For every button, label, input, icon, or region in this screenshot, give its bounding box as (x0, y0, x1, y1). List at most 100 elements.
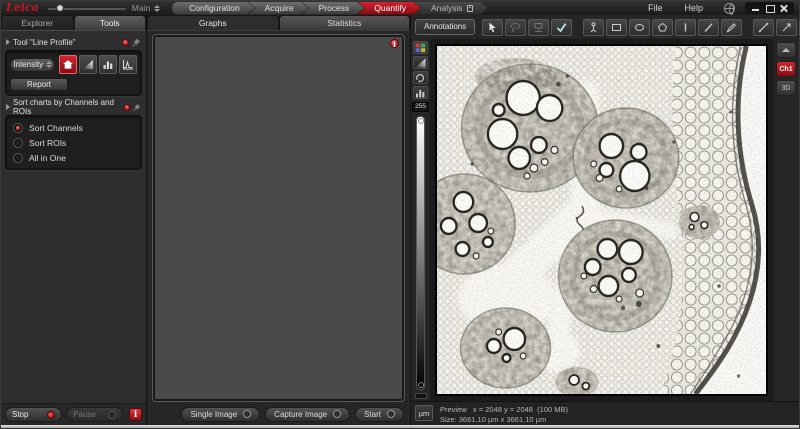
checkmark-icon (557, 22, 567, 32)
start-button[interactable]: Start (355, 406, 404, 422)
lasso-tool-button[interactable] (505, 18, 527, 36)
leica-logo: Leica (6, 1, 39, 14)
histogram-mode-button[interactable] (99, 55, 118, 74)
charts-panel: Graphs Statistics i Single Image Capture… (147, 15, 411, 425)
image-viewer: Annotations 255 Ch1 3D µm Preview x = 20… (411, 15, 800, 425)
polygon-tool-button[interactable] (652, 18, 674, 36)
gradient-lut-button[interactable] (413, 56, 428, 69)
pin-icon[interactable] (133, 103, 141, 112)
slider-upper-knob[interactable] (417, 118, 424, 124)
histogram-icon (103, 61, 113, 69)
annotations-button[interactable]: Annotations (415, 19, 476, 35)
tab-process[interactable]: Process (302, 2, 365, 15)
channel-ch1-button[interactable]: Ch1 (776, 61, 796, 77)
tab-explorer[interactable]: Explorer (1, 15, 74, 30)
close-button[interactable] (779, 4, 788, 12)
titlebar: Leica Main Configuration Acquire Process… (1, 1, 799, 15)
stamp-icon (534, 22, 543, 32)
channels-lut-button[interactable] (413, 41, 428, 54)
capture-circle-icon (243, 410, 252, 418)
tool-section-header[interactable]: Tool "Line Profile" (6, 36, 141, 48)
arrow-annotation-button[interactable] (776, 18, 798, 36)
intensity-range-slider[interactable] (416, 116, 425, 390)
maximize-button[interactable] (765, 4, 775, 13)
viewer-toolbar: Annotations (411, 15, 800, 39)
workflow-tabs: Configuration Acquire Process Quantify A… (172, 2, 487, 15)
report-button[interactable]: Report (10, 78, 68, 91)
mode-select[interactable]: Main (132, 3, 161, 13)
collapse-button[interactable] (776, 42, 796, 58)
sort-section-header[interactable]: Sort charts by Channels and ROIs (6, 98, 141, 116)
master-slider[interactable] (47, 3, 126, 13)
collapse-triangle-icon[interactable] (6, 104, 10, 110)
image-info: Preview x = 2048 y = 2048 (100 MB) Size:… (440, 404, 568, 424)
capture-image-button[interactable]: Capture Image (265, 406, 351, 422)
marker-icon (590, 21, 597, 32)
tab-quantify[interactable]: Quantify (357, 2, 421, 15)
radio-icon[interactable] (13, 137, 23, 148)
radio-sort-channels[interactable]: Sort Channels (10, 120, 137, 135)
viewer-status-bar: µm Preview x = 2048 y = 2048 (100 MB) Si… (411, 401, 799, 425)
freehand-tool-button[interactable] (721, 18, 743, 36)
stop-button[interactable]: Stop (5, 407, 63, 422)
histogram-lut-button[interactable] (413, 86, 428, 99)
tab-acquire[interactable]: Acquire (248, 2, 309, 15)
radio-icon[interactable] (13, 122, 23, 133)
lut-stepper[interactable] (414, 393, 427, 399)
apply-button[interactable] (551, 18, 573, 36)
radio-all-in-one[interactable]: All in One (10, 150, 137, 165)
rectangle-tool-button[interactable] (606, 18, 628, 36)
slider-lower-knob[interactable] (417, 382, 424, 388)
diagonal-line-icon (704, 22, 713, 32)
image-physical-size: Size: 3661.10 µm x 3661.10 µm (440, 414, 547, 424)
intensity-dropdown[interactable]: Intensity (10, 57, 56, 72)
window-controls (745, 2, 794, 14)
radio-icon[interactable] (13, 152, 23, 163)
channel-strip: Ch1 3D (773, 39, 799, 401)
ellipse-tool-button[interactable] (629, 18, 651, 36)
menu-help[interactable]: Help (673, 1, 714, 15)
acquisition-controls: Stop Pause i (1, 403, 146, 425)
tab-graphs[interactable]: Graphs (147, 15, 279, 30)
line-tool-button[interactable] (698, 18, 720, 36)
graphs-empty-area[interactable]: i (152, 34, 405, 402)
refresh-icon (416, 73, 425, 83)
measure-line-icon (759, 22, 769, 32)
tab-tools[interactable]: Tools (73, 15, 146, 30)
refresh-lut-button[interactable] (413, 71, 428, 84)
marker-tool-button[interactable] (583, 18, 605, 36)
pin-icon[interactable] (132, 38, 141, 47)
image-dimensions: Preview x = 2048 y = 2048 (100 MB) (440, 405, 568, 414)
graphs-alert-badge[interactable]: i (390, 39, 399, 49)
menu-file[interactable]: File (637, 1, 674, 15)
capture-circle-icon (387, 410, 395, 418)
gradient-mode-button[interactable] (79, 55, 98, 74)
pointer-tool-button[interactable] (482, 18, 504, 36)
single-image-button[interactable]: Single Image (181, 406, 261, 422)
info-button[interactable]: i (129, 408, 142, 421)
capture-circle-icon (333, 410, 342, 418)
collapse-triangle-icon[interactable] (6, 39, 10, 45)
vertical-line-tool-button[interactable] (675, 18, 697, 36)
radio-sort-rois[interactable]: Sort ROIs (10, 135, 137, 150)
stamp-tool-button[interactable] (528, 18, 550, 36)
profile-home-button[interactable] (59, 55, 78, 74)
slider-knob[interactable] (55, 4, 64, 12)
tab-configuration[interactable]: Configuration (172, 2, 255, 15)
tool-section-title: Tool "Line Profile" (13, 37, 76, 47)
tab-statistics[interactable]: Statistics (278, 15, 410, 30)
analysis-doc-icon (467, 5, 473, 12)
view-3d-button[interactable]: 3D (776, 80, 796, 96)
globe-icon[interactable] (724, 2, 735, 15)
pause-dot-icon (108, 410, 117, 419)
micrometer-unit-button[interactable]: µm (415, 405, 433, 421)
profile-plot-icon (123, 60, 134, 70)
measure-line-button[interactable] (753, 18, 775, 36)
capture-controls: Single Image Capture Image Start (147, 403, 410, 425)
tab-analysis[interactable]: Analysis (414, 2, 488, 15)
micrograph-image[interactable] (437, 46, 766, 394)
mode-spinner-icon[interactable] (154, 4, 161, 12)
line-profile-mode-button[interactable] (119, 55, 137, 74)
pause-button[interactable]: Pause (66, 407, 124, 422)
minimize-button[interactable] (751, 4, 760, 12)
